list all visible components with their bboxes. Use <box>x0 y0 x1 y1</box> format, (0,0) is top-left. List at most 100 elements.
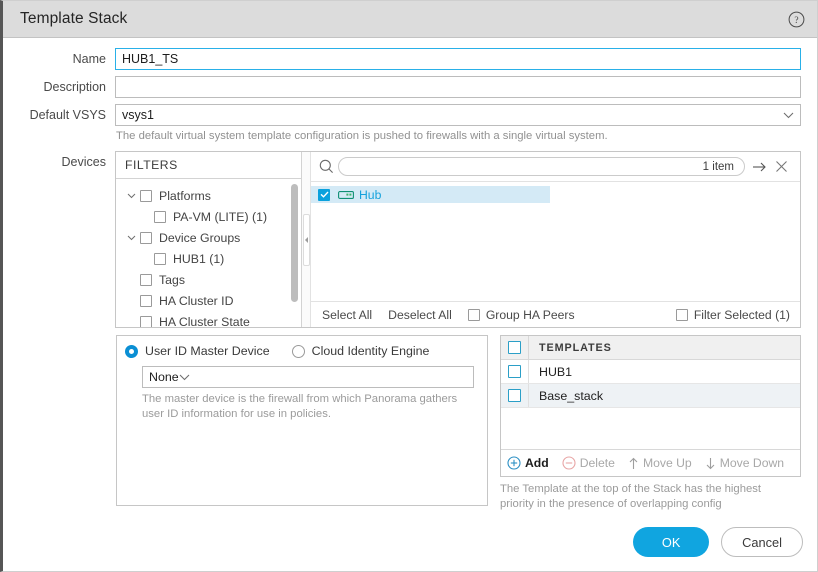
filter-item-device-groups[interactable]: Device Groups <box>116 227 301 248</box>
default-vsys-hint: The default virtual system template conf… <box>116 130 608 142</box>
group-ha-peers-label: Group HA Peers <box>485 307 575 322</box>
splitter-handle[interactable] <box>303 213 310 266</box>
user-id-master-device-value: None <box>149 370 179 384</box>
filter-checkbox[interactable] <box>140 315 152 327</box>
templates-header-row: TEMPLATES <box>501 336 800 360</box>
filters-scrollbar[interactable] <box>291 184 298 302</box>
arrow-up-icon <box>628 457 639 470</box>
radio-cloud-identity-engine[interactable] <box>291 344 305 358</box>
device-search-input[interactable]: 1 item <box>338 157 745 176</box>
deselect-all-button[interactable]: Deselect All <box>388 308 452 322</box>
device-list-footer: Select All Deselect All Group HA Peers F… <box>311 301 800 327</box>
group-ha-peers-checkbox[interactable]: Group HA Peers <box>467 307 575 322</box>
filter-selected-checkbox[interactable]: Filter Selected (1) <box>675 307 790 322</box>
ok-button[interactable]: OK <box>633 527 710 557</box>
filters-header: FILTERS <box>116 152 301 179</box>
default-vsys-value: vsys1 <box>122 108 154 122</box>
devices-widget: FILTERS Platforms PA-VM (LITE) (1) Devic… <box>115 151 801 328</box>
svg-text:?: ? <box>794 16 798 26</box>
pane-splitter[interactable] <box>302 152 311 327</box>
cancel-button[interactable]: Cancel <box>721 527 803 557</box>
templates-hint: The Template at the top of the Stack has… <box>500 483 762 510</box>
filter-label: PA-VM (LITE) (1) <box>173 209 268 224</box>
device-item-count: 1 item <box>702 160 734 173</box>
default-vsys-select[interactable]: vsys1 <box>115 104 801 126</box>
templates-select-all-cell[interactable] <box>501 336 529 359</box>
chevron-down-icon[interactable] <box>124 235 138 241</box>
description-input[interactable] <box>115 76 801 98</box>
help-circle-icon[interactable]: ? <box>787 10 805 28</box>
move-down-button: Move Down <box>705 456 784 470</box>
device-list-pane: 1 item Hub Select All Deselect All Group… <box>311 152 800 327</box>
delete-label: Delete <box>579 456 615 470</box>
templates-select-all-checkbox[interactable] <box>508 341 521 354</box>
devices-label: Devices <box>61 155 106 169</box>
arrow-right-icon[interactable] <box>748 156 770 178</box>
filters-pane: FILTERS Platforms PA-VM (LITE) (1) Devic… <box>116 152 302 327</box>
chevron-down-icon[interactable] <box>124 193 138 199</box>
user-id-hint: The master device is the firewall from w… <box>142 393 458 420</box>
user-id-mode-radios: User ID Master Device Cloud Identity Eng… <box>125 344 477 358</box>
radio-user-id-master-device[interactable] <box>125 344 138 358</box>
user-id-master-device-label: User ID Master Device <box>145 344 270 358</box>
device-checkbox[interactable] <box>318 188 330 201</box>
delete-template-button: Delete <box>562 456 615 470</box>
filter-checkbox[interactable] <box>154 252 166 265</box>
filter-item-ha-cluster-id[interactable]: HA Cluster ID <box>116 290 301 311</box>
filter-checkbox[interactable] <box>140 294 152 307</box>
description-row: Description <box>3 70 817 98</box>
filter-selected-label: Filter Selected (1) <box>693 307 790 322</box>
description-label: Description <box>43 80 106 94</box>
filter-label: Device Groups <box>159 230 241 245</box>
template-row[interactable]: Base_stack <box>501 384 800 408</box>
template-checkbox[interactable] <box>508 365 521 378</box>
firewall-device-icon <box>338 190 354 200</box>
close-x-icon[interactable] <box>770 156 792 178</box>
filters-tree: Platforms PA-VM (LITE) (1) Device Groups… <box>116 179 301 327</box>
filter-checkbox[interactable] <box>140 231 152 244</box>
template-name: Base_stack <box>539 388 604 403</box>
devices-row: Devices FILTERS Platforms PA-VM (LITE) (… <box>3 144 817 328</box>
name-input[interactable] <box>115 48 801 70</box>
template-stack-dialog: Template Stack ? Name Description Defaul… <box>0 0 818 572</box>
device-search-row: 1 item <box>311 152 800 182</box>
chevron-down-icon <box>179 370 190 384</box>
dialog-footer: OK Cancel <box>3 513 817 571</box>
select-all-button[interactable]: Select All <box>322 308 372 322</box>
templates-panel: TEMPLATES HUB1 Base_stack Add Delete Mov… <box>500 335 801 511</box>
add-label: Add <box>525 456 549 470</box>
device-rows: Hub <box>311 182 800 301</box>
search-icon[interactable] <box>316 159 336 174</box>
chevron-down-icon <box>783 105 794 125</box>
template-checkbox-cell[interactable] <box>501 360 529 383</box>
user-id-master-device-select[interactable]: None <box>142 366 474 388</box>
template-row[interactable]: HUB1 <box>501 360 800 384</box>
filter-item-platforms[interactable]: Platforms <box>116 185 301 206</box>
filter-label: HA Cluster ID <box>159 293 234 308</box>
templates-column-header: TEMPLATES <box>539 341 612 354</box>
filter-checkbox[interactable] <box>140 189 152 202</box>
filter-label: Platforms <box>159 188 211 203</box>
filter-item-ha-cluster-state[interactable]: HA Cluster State <box>116 311 301 327</box>
arrow-down-icon <box>705 457 716 470</box>
filter-checkbox[interactable] <box>154 210 166 223</box>
filter-item-hub1[interactable]: HUB1 (1) <box>116 248 301 269</box>
filter-label: Tags <box>159 272 185 287</box>
add-template-button[interactable]: Add <box>507 456 549 470</box>
checkbox-box <box>467 308 480 321</box>
move-down-label: Move Down <box>719 456 785 470</box>
template-name: HUB1 <box>539 364 573 379</box>
template-checkbox[interactable] <box>508 389 521 402</box>
dialog-title: Template Stack <box>20 10 128 27</box>
templates-table: TEMPLATES HUB1 Base_stack Add Delete Mov… <box>500 335 801 477</box>
filter-checkbox[interactable] <box>140 273 152 286</box>
filter-item-tags[interactable]: Tags <box>116 269 301 290</box>
lower-section: User ID Master Device Cloud Identity Eng… <box>3 328 817 511</box>
device-row-hub[interactable]: Hub <box>311 186 550 203</box>
move-up-label: Move Up <box>642 456 692 470</box>
dialog-body: Name Description Default VSYS vsys1 <box>3 38 817 513</box>
name-row: Name <box>3 38 817 70</box>
name-label: Name <box>72 52 106 66</box>
filter-item-pa-vm-lite[interactable]: PA-VM (LITE) (1) <box>116 206 301 227</box>
template-checkbox-cell[interactable] <box>501 384 529 407</box>
